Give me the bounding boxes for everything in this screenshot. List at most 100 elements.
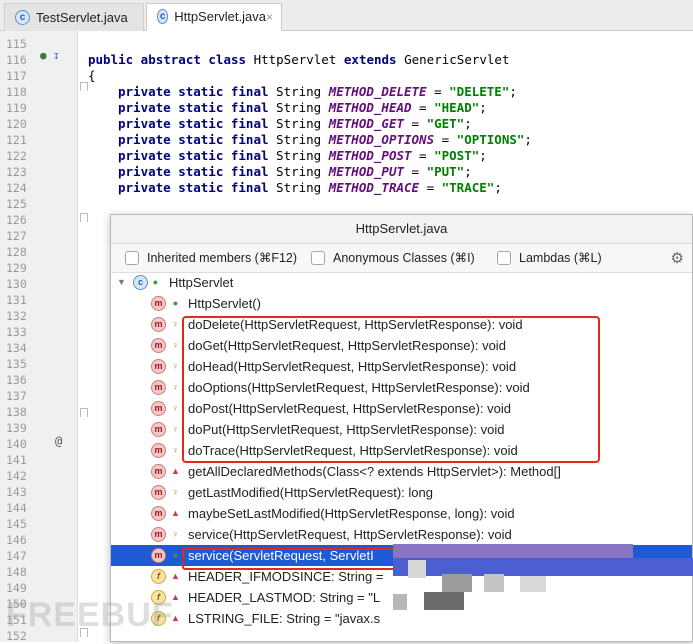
code-text: private static final String METHOD_POST … (118, 148, 487, 164)
member-label: service(HttpServletRequest, HttpServletR… (188, 527, 512, 542)
method-item[interactable]: m ♀ service(HttpServletRequest, HttpServle… (111, 524, 692, 545)
tab-testservlet[interactable]: c TestServlet.java (4, 3, 144, 31)
line-number: 134 (6, 341, 27, 355)
member-label: getLastModified(HttpServletRequest): lon… (188, 485, 433, 500)
redaction-pixel (393, 544, 633, 558)
member-label: HEADER_LASTMOD: String = "L (188, 590, 381, 605)
assign-op: = (404, 164, 427, 179)
override-gutter-icon[interactable]: ● (40, 49, 47, 62)
method-icon: m (151, 338, 166, 353)
code-line[interactable]: 118 private static final String METHOD_DE… (0, 84, 693, 100)
method-icon: m (151, 296, 166, 311)
field-name: METHOD_POST (328, 148, 412, 163)
line-number: 143 (6, 485, 27, 499)
line-number: 121 (6, 133, 27, 147)
close-icon[interactable]: × (266, 10, 273, 24)
public-access-icon: ● (152, 277, 159, 287)
line-number: 145 (6, 517, 27, 531)
code-line[interactable]: 120 private static final String METHOD_GE… (0, 116, 693, 132)
method-item[interactable]: m ● HttpServlet() (111, 293, 692, 314)
line-number: 144 (6, 501, 27, 515)
field-type: String (276, 84, 329, 99)
modifiers: private static final (118, 180, 277, 195)
line-number: 131 (6, 293, 27, 307)
code-line[interactable]: 123 private static final String METHOD_PU… (0, 164, 693, 180)
protected-access-icon: ♀ (172, 529, 179, 539)
field-icon: f (151, 569, 166, 584)
lambdas-checkbox[interactable]: Lambdas (⌘L) (497, 250, 602, 265)
watermark: FREEBUF (6, 596, 174, 634)
code-text: { (88, 68, 96, 83)
tab-httpservlet[interactable]: c HttpServlet.java × (146, 3, 282, 31)
method-item[interactable]: m ▲ getAllDeclaredMethods(Class<? extends … (111, 461, 692, 482)
fold-marker-icon[interactable] (80, 408, 88, 417)
field-name: METHOD_TRACE (328, 180, 420, 195)
string-literal: "TRACE" (441, 180, 495, 195)
line-number: 115 (6, 37, 27, 51)
inherited-members-checkbox[interactable]: Inherited members (⌘F12) (125, 250, 297, 265)
line-number: 118 (6, 85, 27, 99)
fold-marker-icon[interactable] (80, 82, 88, 91)
tree-root-httpservlet[interactable]: ▼ c ● HttpServlet (111, 272, 692, 293)
code-line[interactable]: 121 private static final String METHOD_OP… (0, 132, 693, 148)
checkbox-box[interactable] (125, 250, 139, 265)
fold-marker-icon[interactable] (80, 213, 88, 222)
checkbox-box[interactable] (497, 250, 511, 265)
assign-op: = (434, 132, 457, 147)
semicolon: ; (509, 84, 517, 99)
field-type: String (276, 132, 329, 147)
code-text: private static final String METHOD_TRACE… (118, 180, 502, 196)
code-text: public abstract class HttpServlet extend… (88, 52, 509, 68)
code-line[interactable]: 125 (0, 196, 693, 212)
line-number: 124 (6, 181, 27, 195)
line-number: 117 (6, 69, 27, 83)
code-line[interactable]: 115 (0, 36, 693, 52)
public-access-icon: ● (172, 550, 179, 560)
method-icon: m (151, 443, 166, 458)
highlight-box-service (182, 548, 400, 570)
protected-access-icon: ♀ (172, 487, 179, 497)
expand-arrow-icon[interactable]: ▼ (117, 272, 126, 293)
code-line[interactable]: 119 private static final String METHOD_HE… (0, 100, 693, 116)
assign-op: = (404, 116, 427, 131)
checkbox-label: Lambdas (⌘L) (519, 251, 602, 265)
method-icon: m (151, 380, 166, 395)
line-number: 148 (6, 565, 27, 579)
class-icon: c (15, 10, 30, 25)
gear-icon[interactable]: ⚙ (671, 249, 684, 267)
fold-marker-icon[interactable] (80, 628, 88, 637)
field-name: METHOD_PUT (328, 164, 404, 179)
modifiers: private static final (118, 164, 277, 179)
field-type: String (276, 116, 329, 131)
line-number: 135 (6, 357, 27, 371)
method-item[interactable]: m ♀ getLastModified(HttpServletRequest): l… (111, 482, 692, 503)
modifiers: private static final (118, 148, 277, 163)
class-icon: c (133, 275, 148, 290)
code-text: private static final String METHOD_GET =… (118, 116, 472, 132)
private-access-icon: ▲ (171, 571, 180, 581)
implementation-gutter-icon[interactable]: ↧ (53, 49, 60, 62)
line-number: 136 (6, 373, 27, 387)
checkbox-box[interactable] (311, 250, 325, 265)
private-access-icon: ▲ (171, 466, 180, 476)
line-number: 147 (6, 549, 27, 563)
code-line[interactable]: 124 private static final String METHOD_TR… (0, 180, 693, 196)
popup-title: HttpServlet.java (111, 215, 692, 244)
filter-bar: Inherited members (⌘F12) Anonymous Class… (111, 244, 692, 273)
method-icon: m (151, 485, 166, 500)
code-line[interactable]: 117 { (0, 68, 693, 84)
line-number: 126 (6, 213, 27, 227)
redaction-pixel (424, 592, 464, 610)
semicolon: ; (494, 180, 502, 195)
field-item[interactable]: f ▲ LSTRING_FILE: String = "javax.s (111, 608, 692, 629)
code-line[interactable]: 122 private static final String METHOD_PO… (0, 148, 693, 164)
method-item[interactable]: m ▲ maybeSetLastModified(HttpServletRespon… (111, 503, 692, 524)
anonymous-classes-checkbox[interactable]: Anonymous Classes (⌘I) (311, 250, 475, 265)
modifiers: private static final (118, 132, 277, 147)
method-icon: m (151, 464, 166, 479)
line-number: 127 (6, 229, 27, 243)
code-line[interactable]: 116 public abstract class HttpServlet ext… (0, 52, 693, 68)
modifiers: private static final (118, 100, 277, 115)
line-number: 146 (6, 533, 27, 547)
checkbox-label: Inherited members (⌘F12) (147, 251, 298, 265)
